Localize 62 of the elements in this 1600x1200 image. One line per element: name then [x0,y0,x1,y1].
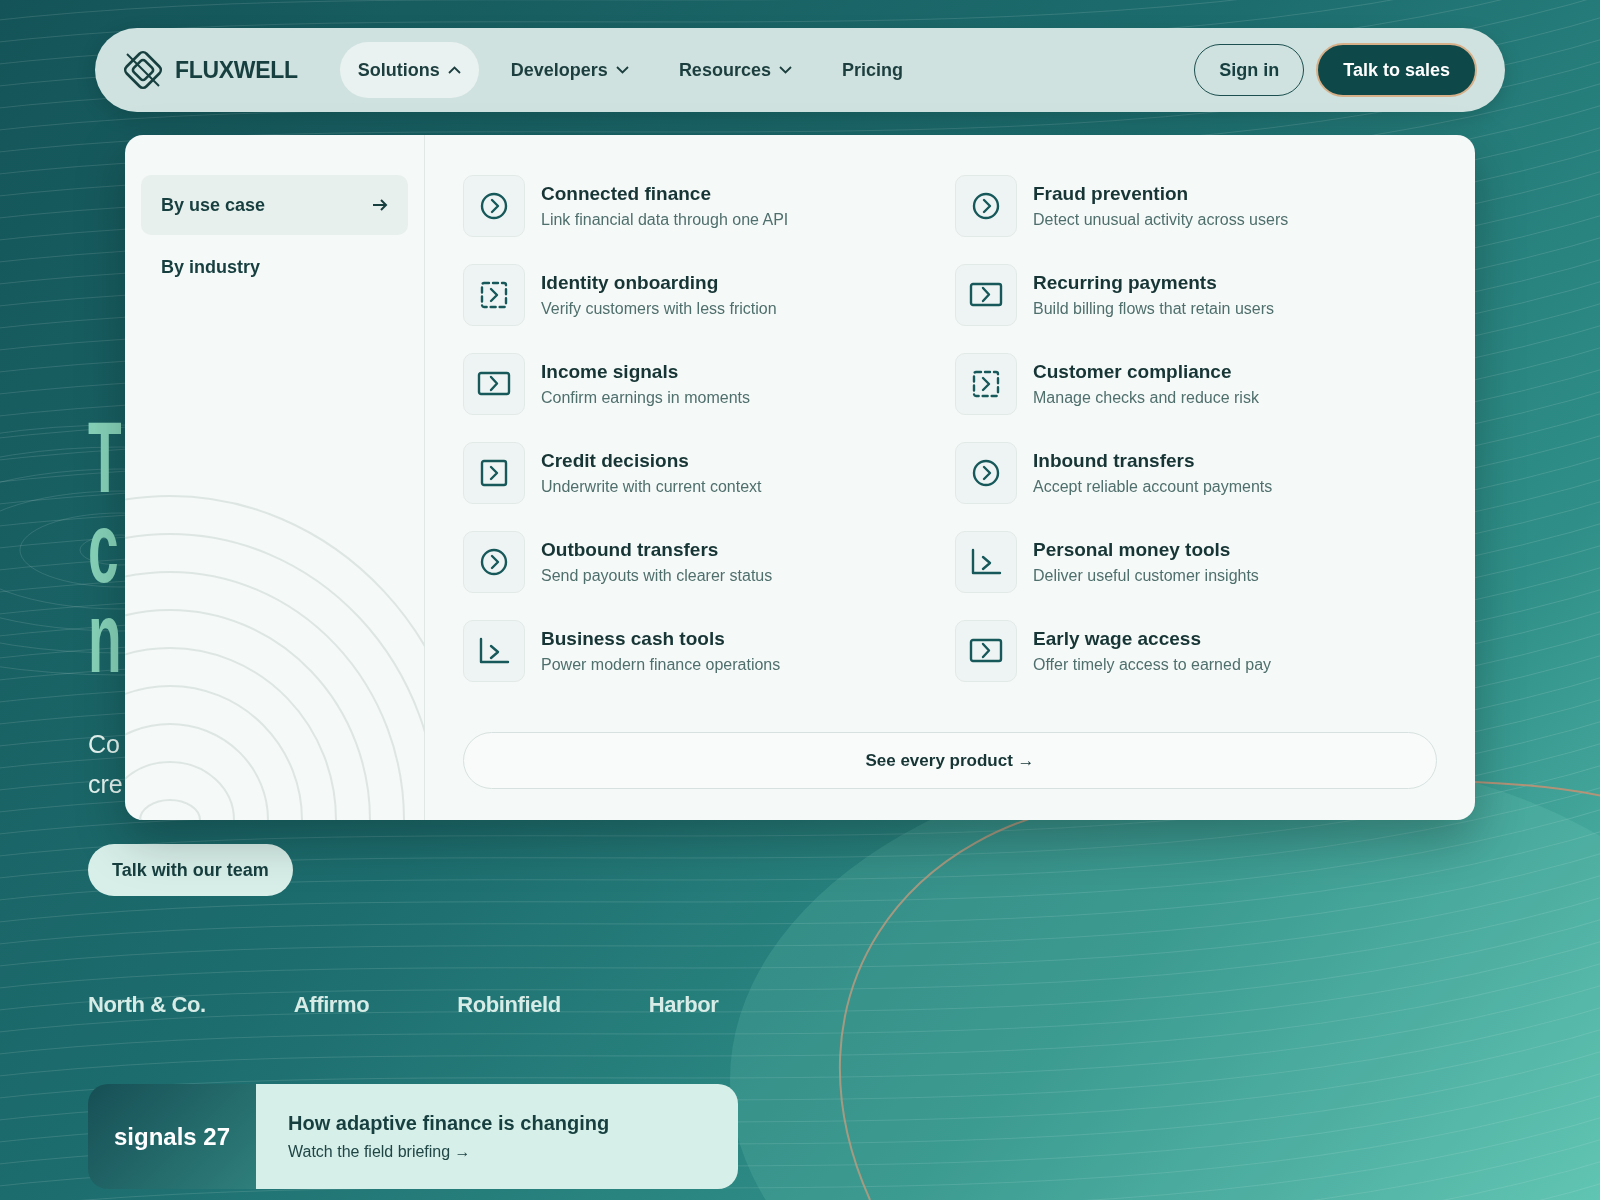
circle-chevron-icon [970,457,1002,489]
product-title[interactable]: Recurring payments [1033,272,1274,294]
product-title[interactable]: Customer compliance [1033,361,1259,383]
customer-logo: Harbor [648,992,719,1018]
product-description: Build billing flows that retain users [1033,300,1274,318]
banner-title: How adaptive finance is changing [288,1112,611,1135]
briefing-link[interactable]: Watch the field briefing → [288,1143,738,1161]
customer-logo: Robinfield [457,992,561,1018]
product-description: Confirm earnings in moments [541,389,750,407]
hero-heading: T [88,412,122,502]
caret-up-icon [447,66,461,74]
nav-item[interactable]: Pricing [823,42,921,98]
chevron-corner-icon [478,636,510,666]
circle-chevron-icon [970,190,1002,222]
product-description: Detect unusual activity across users [1033,211,1289,229]
product-description: Offer timely access to earned pay [1033,656,1272,674]
team-button[interactable]: Talk with our team [88,844,293,896]
product-description: Power modern finance operations [541,656,781,674]
product-title[interactable]: Early wage access [1033,628,1272,650]
product-description: Link financial data through one API [541,211,789,229]
product-title[interactable]: Income signals [541,361,750,383]
chevron-square-icon [478,457,510,489]
hero-heading: c [88,502,119,592]
product-description: Manage checks and reduce risk [1033,389,1259,407]
banner-tag: signals 27 [88,1084,256,1189]
hero-subtitle: cre [88,769,123,800]
product-title[interactable]: Credit decisions [541,450,762,472]
product-title[interactable]: Inbound transfers [1033,450,1273,472]
customer-logo: Affirmo [293,992,370,1018]
dashed-square-chevron-icon [478,279,510,311]
product-description: Underwrite with current context [541,478,762,496]
product-title[interactable]: Fraud prevention [1033,183,1289,205]
arrow-right-icon [372,198,388,212]
chevron-rectangle-icon [969,281,1003,309]
chevron-corner-icon [970,547,1002,577]
nav-item[interactable]: Developers [492,42,647,98]
circle-chevron-icon [478,190,510,222]
product-title[interactable]: Identity onboarding [541,272,777,294]
nav-item[interactable]: Solutions [339,42,479,98]
product-title[interactable]: Connected finance [541,183,789,205]
product-title[interactable]: Outbound transfers [541,539,773,561]
product-title[interactable]: Personal money tools [1033,539,1259,561]
category-tab[interactable]: By use case [141,175,408,235]
sales-button[interactable]: Talk to sales [1316,43,1477,97]
hero-subtitle: Co [88,729,120,760]
brand-name: FLUXWELL [175,56,298,84]
dashed-square-chevron-icon [970,368,1002,400]
all-products-button[interactable]: See every product → [463,732,1437,789]
caret-down-icon [615,66,629,74]
product-description: Verify customers with less friction [541,300,777,318]
hero-heading: n [88,592,122,682]
category-tab[interactable]: By industry [141,237,408,297]
customer-logo: North & Co. [88,992,206,1018]
product-description: Accept reliable account payments [1033,478,1273,496]
nav-item[interactable]: Resources [660,42,810,98]
circle-chevron-icon [478,546,510,578]
chevron-rectangle-icon [969,637,1003,665]
product-description: Deliver useful customer insights [1033,567,1259,585]
chevron-rectangle-icon [477,370,511,398]
product-description: Send payouts with clearer status [541,567,773,585]
caret-down-icon [778,66,792,74]
product-title[interactable]: Business cash tools [541,628,781,650]
